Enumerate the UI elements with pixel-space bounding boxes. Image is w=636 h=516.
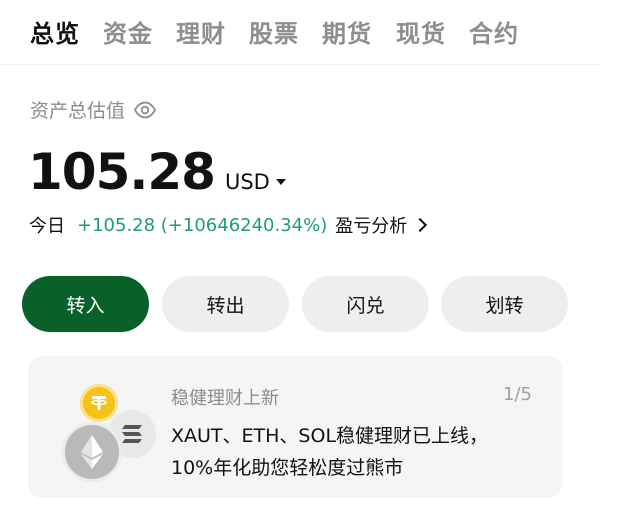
banner-line-2: 10%年化助您轻松度过熊市 <box>171 457 404 479</box>
total-assets-label: 资产总估值 <box>30 96 157 123</box>
today-gain: +105.28 (+10646240.34%) <box>77 214 328 236</box>
tab-funds[interactable]: 资金 <box>103 14 153 49</box>
swap-button[interactable]: 闪兑 <box>302 276 429 332</box>
pnl-analysis-link[interactable]: 盈亏分析 <box>335 212 428 238</box>
tab-stocks[interactable]: 股票 <box>249 14 299 49</box>
today-pnl-row: 今日 +105.28 (+10646240.34%) 盈亏分析 <box>29 212 428 238</box>
tab-earn[interactable]: 理财 <box>176 14 226 49</box>
caret-down-icon <box>275 179 286 185</box>
currency-selector[interactable]: USD <box>225 170 286 194</box>
eye-icon[interactable] <box>133 98 157 122</box>
tab-futures[interactable]: 期货 <box>322 14 372 49</box>
today-label: 今日 <box>29 216 65 237</box>
balance-value: 105.28 <box>28 143 216 201</box>
withdraw-button[interactable]: 转出 <box>162 276 289 332</box>
currency-label: USD <box>224 170 270 194</box>
pnl-analysis-label: 盈亏分析 <box>335 216 408 237</box>
top-tab-bar: 总览 资金 理财 股票 期货 现货 合约 <box>0 0 600 65</box>
transfer-button[interactable]: 划转 <box>441 276 568 332</box>
ethereum-icon <box>62 422 122 482</box>
banner-line-1: XAUT、ETH、SOL稳健理财已上线， <box>171 425 489 447</box>
tab-spot[interactable]: 现货 <box>396 14 446 49</box>
banner-text: XAUT、ETH、SOL稳健理财已上线， 10%年化助您轻松度过熊市 <box>171 420 541 484</box>
chevron-right-icon <box>413 217 428 233</box>
deposit-button[interactable]: 转入 <box>22 276 149 332</box>
banner-title: 稳健理财上新 <box>171 388 279 409</box>
total-assets-label-text: 资产总估值 <box>30 100 126 122</box>
promo-banner[interactable]: 稳健理财上新 1/5 XAUT、ETH、SOL稳健理财已上线， 10%年化助您轻… <box>28 356 562 498</box>
balance-display: 105.28 USD <box>28 143 286 201</box>
tab-contracts[interactable]: 合约 <box>469 14 519 49</box>
tab-overview[interactable]: 总览 <box>30 14 80 49</box>
banner-page-indicator: 1/5 <box>503 384 532 405</box>
